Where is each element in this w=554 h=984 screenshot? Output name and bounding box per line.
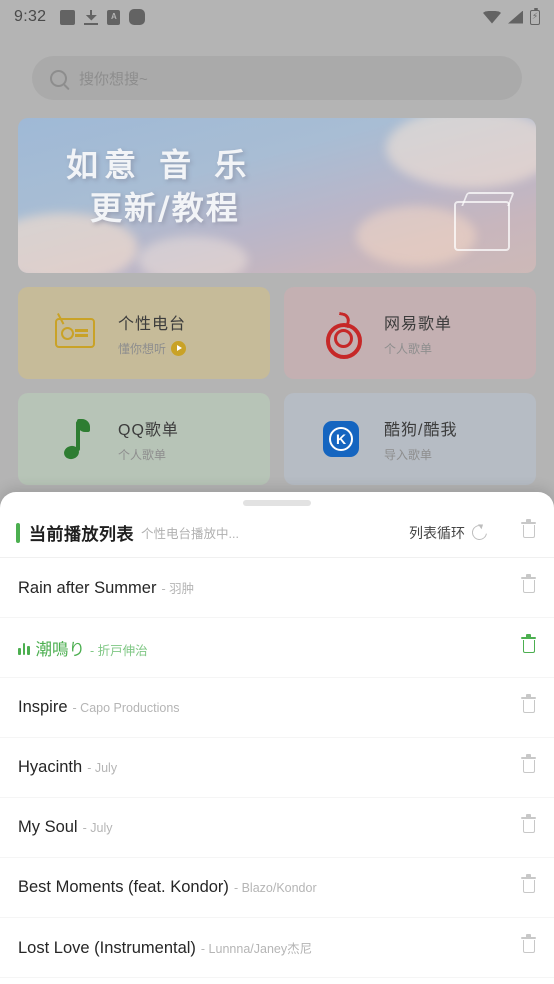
card-subtitle: 导入歌单 — [384, 446, 457, 463]
playlist-row-text: Hyacinth - July — [18, 758, 117, 777]
status-bar-left-icons: A — [60, 9, 146, 25]
trash-icon — [521, 634, 536, 654]
banner-title: 如意 音 乐 更新/教程 — [66, 144, 252, 230]
playlist-row-title: Inspire — [18, 698, 68, 716]
playlist-row-artist: - July — [87, 761, 118, 775]
card-title: QQ歌单 — [118, 421, 179, 439]
playlist-row-title: 潮鳴り — [35, 640, 86, 659]
playing-list-sheet: 当前播放列表 个性电台播放中... 列表循环 Rain after Summer… — [0, 492, 554, 984]
accent-bar — [16, 522, 20, 543]
app-square-icon — [60, 9, 76, 25]
card-subtitle-text: 导入歌单 — [384, 447, 433, 462]
sheet-header: 当前播放列表 个性电台播放中... 列表循环 — [0, 506, 554, 558]
playlist-row-title: My Soul — [18, 818, 78, 836]
playlist-row[interactable]: 潮鳴り - 折戸伸治 — [0, 618, 554, 678]
card-subtitle: 个人歌单 — [384, 340, 452, 357]
card-subtitle: 懂你想听 — [118, 340, 187, 357]
qq-note-icon — [32, 419, 118, 459]
promo-banner[interactable]: 如意 音 乐 更新/教程 — [18, 118, 536, 273]
loop-mode-label: 列表循环 — [409, 524, 465, 541]
card-title: 网易歌单 — [384, 315, 453, 333]
playlist-row[interactable]: My Soul - July — [0, 798, 554, 858]
signal-icon — [508, 10, 523, 24]
status-bar: 9:32 A — [0, 0, 554, 34]
remove-track-button[interactable] — [509, 694, 536, 719]
trash-icon — [521, 874, 536, 894]
banner-title-line2: 更新/教程 — [90, 189, 240, 228]
card-title: 酷狗/酷我 — [384, 421, 458, 439]
playlist-row-text: My Soul - July — [18, 818, 112, 837]
feature-card-netease-playlist[interactable]: 网易歌单 个人歌单 — [284, 287, 536, 379]
playlist-row-text: Lost Love (Instrumental) - Lunnna/Janey杰尼 — [18, 938, 312, 958]
loop-arrow-icon — [469, 522, 490, 543]
rounded-square-icon — [129, 9, 146, 25]
trash-icon — [521, 934, 536, 954]
remove-track-button[interactable] — [509, 814, 536, 839]
equalizer-playing-icon — [18, 642, 30, 655]
card-subtitle-text: 个人歌单 — [118, 447, 167, 462]
kugou-icon: K — [298, 421, 384, 457]
text-badge-icon: A — [107, 9, 121, 25]
feature-card-kugou-kuwo[interactable]: K 酷狗/酷我 导入歌单 — [284, 393, 536, 485]
remove-track-button[interactable] — [509, 574, 536, 599]
remove-track-button[interactable] — [509, 874, 536, 899]
banner-title-line1: 如意 音 乐 — [66, 146, 253, 184]
playlist-rows: Rain after Summer - 羽肿潮鳴り - 折戸伸治 Inspire - C… — [0, 558, 554, 984]
trash-icon — [521, 694, 536, 714]
playlist-row[interactable]: Lost Love (Instrumental) - Lunnna/Janey杰尼 — [0, 918, 554, 978]
playlist-row[interactable]: Inspire - Capo Productions — [0, 678, 554, 738]
feature-card-qq-playlist[interactable]: QQ歌单 个人歌单 — [18, 393, 270, 485]
trash-icon — [521, 814, 536, 834]
trash-icon — [521, 519, 536, 539]
playlist-row[interactable]: Rain after Summer - 羽肿 — [0, 558, 554, 618]
card-title: 个性电台 — [118, 315, 187, 333]
playlist-row-text: Best Moments (feat. Kondor) - Blazo/Kondo… — [18, 878, 317, 897]
sheet-title: 当前播放列表 — [29, 525, 134, 544]
kugou-logo-letter: K — [329, 427, 353, 451]
search-icon — [50, 69, 67, 87]
card-subtitle-text: 个人歌单 — [384, 341, 433, 356]
playlist-row-artist: - Capo Productions — [72, 701, 180, 715]
trash-icon — [521, 574, 536, 594]
playlist-row-artist: - July — [82, 821, 113, 835]
remove-track-button[interactable] — [509, 754, 536, 779]
card-subtitle-text: 懂你想听 — [118, 341, 167, 356]
playlist-row-title: Best Moments (feat. Kondor) — [18, 878, 229, 896]
status-clock: 9:32 — [14, 8, 47, 25]
banner-mascot-icon — [454, 201, 510, 251]
playlist-row-artist: - Blazo/Kondor — [233, 881, 317, 895]
download-icon — [84, 9, 99, 25]
remove-track-button[interactable] — [509, 634, 536, 659]
playlist-row-artist: - 折戸伸治 — [90, 643, 148, 658]
search-placeholder: 搜你想搜~ — [79, 70, 148, 88]
playlist-row[interactable]: Best Moments (feat. Kondor) - Blazo/Kondo… — [0, 858, 554, 918]
battery-charging-icon — [530, 7, 540, 25]
wifi-icon — [483, 10, 501, 24]
play-icon[interactable] — [171, 340, 187, 356]
radio-icon — [32, 307, 118, 348]
playlist-row-title: Rain after Summer — [18, 578, 157, 597]
netease-icon — [298, 311, 384, 359]
status-bar-right-icons — [483, 7, 540, 25]
playlist-row-text: Inspire - Capo Productions — [18, 698, 180, 717]
playlist-row-text: Rain after Summer - 羽肿 — [18, 578, 194, 598]
playlist-row-title: Hyacinth — [18, 758, 83, 776]
playlist-row-artist: - Lunnna/Janey杰尼 — [200, 941, 313, 956]
card-subtitle: 个人歌单 — [118, 446, 179, 463]
clear-playlist-button[interactable] — [521, 519, 536, 544]
playlist-row-title: Lost Love (Instrumental) — [18, 938, 196, 957]
playlist-row-artist: - 羽肿 — [161, 581, 195, 596]
feature-cards-grid: 个性电台 懂你想听 网易歌单 个人歌单 QQ歌单 个人歌单 K 酷狗/酷我 导入… — [18, 287, 536, 485]
remove-track-button[interactable] — [509, 934, 536, 959]
sheet-subtitle: 个性电台播放中... — [141, 527, 239, 541]
feature-card-personal-radio[interactable]: 个性电台 懂你想听 — [18, 287, 270, 379]
playlist-row[interactable]: Hyacinth - July — [0, 738, 554, 798]
trash-icon — [521, 754, 536, 774]
search-input[interactable]: 搜你想搜~ — [32, 56, 522, 100]
loop-mode-button[interactable]: 列表循环 — [409, 522, 490, 543]
playlist-row-text: 潮鳴り - 折戸伸治 — [18, 636, 148, 660]
